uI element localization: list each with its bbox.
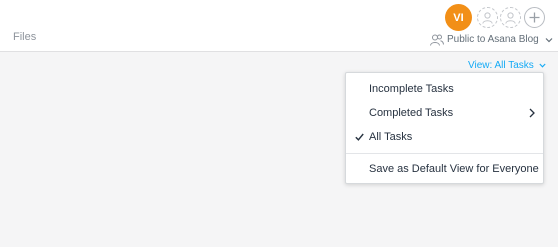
menu-item-label: Incomplete Tasks xyxy=(369,83,454,95)
menu-item-label: Completed Tasks xyxy=(369,107,454,119)
chevron-down-icon xyxy=(545,37,553,42)
avatar[interactable]: VI xyxy=(445,4,472,31)
view-filter-dropdown[interactable]: View: All Tasks xyxy=(468,60,546,71)
menu-item-incomplete-tasks[interactable]: Incomplete Tasks xyxy=(346,77,543,101)
add-member-button[interactable] xyxy=(524,7,545,28)
project-header: Files VI Public to Asana Blog xyxy=(0,0,558,52)
menu-item-completed-tasks[interactable]: Completed Tasks xyxy=(346,101,543,125)
view-filter-label: View: All Tasks xyxy=(468,60,534,71)
menu-item-save-default-view[interactable]: Save as Default View for Everyone xyxy=(346,157,543,181)
avatar-initials: VI xyxy=(453,11,464,24)
menu-divider xyxy=(346,153,543,154)
person-icon xyxy=(505,11,516,24)
view-filter-menu: Incomplete Tasks Completed Tasks All Tas… xyxy=(345,72,544,184)
people-icon xyxy=(430,34,444,46)
person-icon xyxy=(482,11,493,24)
plus-icon xyxy=(529,12,540,23)
empty-member-slot[interactable] xyxy=(477,7,498,28)
checkmark-icon xyxy=(355,133,364,141)
chevron-right-icon xyxy=(529,108,535,118)
chevron-down-icon xyxy=(539,63,546,68)
menu-item-all-tasks[interactable]: All Tasks xyxy=(346,125,543,149)
privacy-label: Public to Asana Blog xyxy=(447,34,539,45)
empty-member-slot[interactable] xyxy=(500,7,521,28)
menu-item-label: Save as Default View for Everyone xyxy=(369,163,539,175)
menu-item-label: All Tasks xyxy=(369,131,413,143)
privacy-dropdown[interactable]: Public to Asana Blog xyxy=(430,33,553,46)
tab-files[interactable]: Files xyxy=(13,31,36,43)
